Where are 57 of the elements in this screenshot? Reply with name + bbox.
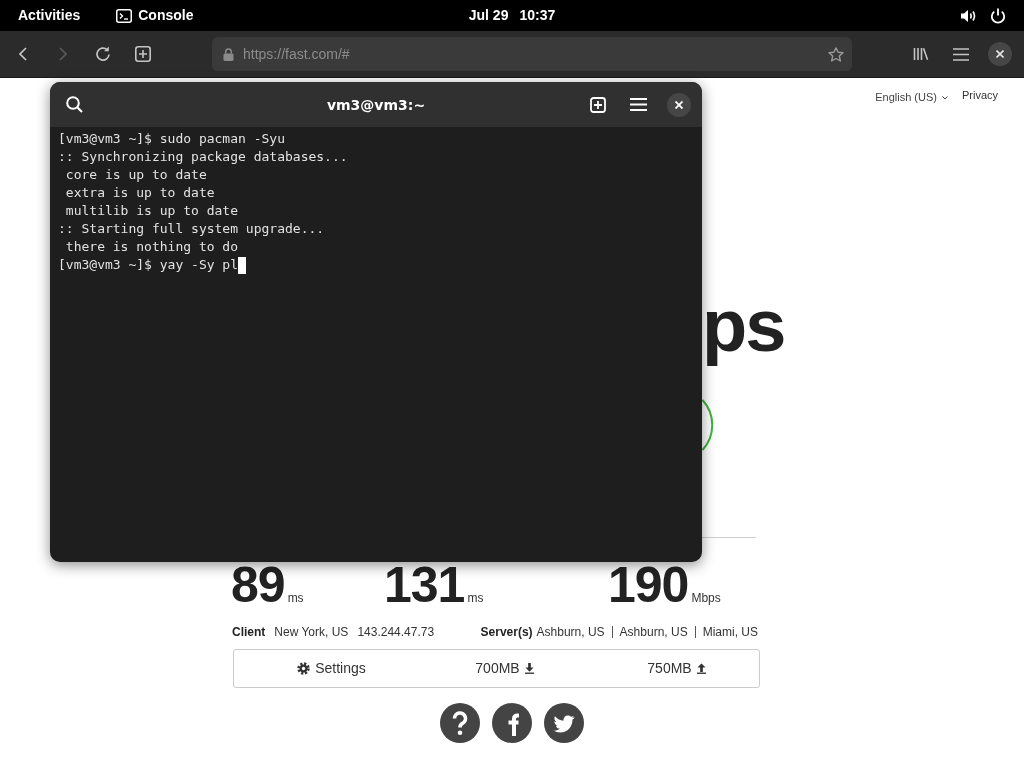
server-location: Ashburn, US bbox=[619, 624, 688, 640]
caret-icon bbox=[941, 95, 948, 100]
terminal-line: core is up to date bbox=[64, 166, 207, 184]
terminal-line: :: Starting full system upgrade... bbox=[58, 220, 325, 238]
star-icon[interactable] bbox=[828, 46, 844, 62]
new-tab-icon bbox=[590, 96, 606, 113]
server-location: Miami, US bbox=[702, 624, 758, 640]
volume-icon[interactable] bbox=[961, 8, 977, 23]
ring-icon[interactable] bbox=[702, 399, 714, 451]
close-button[interactable] bbox=[667, 92, 691, 117]
metric-unit: Mbps bbox=[691, 591, 721, 605]
menu-icon bbox=[953, 47, 969, 61]
client-ip: 143.244.47.73 bbox=[357, 624, 435, 640]
server-location: Ashburn, US bbox=[536, 624, 605, 640]
terminal-line: multilib is up to date bbox=[64, 202, 238, 220]
metric-value: 89 bbox=[231, 560, 285, 610]
search-icon bbox=[65, 96, 83, 113]
menu-icon bbox=[629, 98, 647, 111]
new-tab-icon bbox=[135, 46, 151, 62]
language-select[interactable]: English (US) bbox=[875, 91, 948, 104]
terminal-icon bbox=[116, 8, 133, 23]
terminal-line: :: Synchronizing package databases... bbox=[58, 148, 348, 166]
metric-unit: ms bbox=[287, 591, 304, 605]
lock-icon bbox=[223, 47, 234, 61]
window-title: vm3@vm3:~ bbox=[326, 96, 426, 113]
upload-size: 750MB bbox=[647, 660, 692, 677]
terminal-line: extra is up to date bbox=[64, 184, 215, 202]
client-location: New York, US bbox=[274, 624, 349, 640]
library-icon bbox=[913, 47, 929, 61]
upload-icon bbox=[696, 663, 706, 674]
terminal-line: there is nothing to do bbox=[64, 238, 238, 256]
help-icon[interactable] bbox=[440, 703, 480, 743]
chevron-right-icon bbox=[59, 47, 67, 61]
date-text[interactable]: Jul 29 bbox=[468, 7, 509, 24]
close-icon bbox=[996, 50, 1004, 58]
close-icon bbox=[675, 100, 683, 109]
servers-label: Server(s) bbox=[480, 624, 533, 640]
metric-unit: ms bbox=[467, 591, 484, 605]
download-size: 700MB bbox=[475, 660, 520, 677]
metric-value: 190 bbox=[608, 560, 689, 610]
bird-icon[interactable] bbox=[544, 703, 584, 743]
activities-button[interactable]: Activities bbox=[18, 7, 81, 24]
facebook-icon[interactable] bbox=[492, 703, 532, 743]
chevron-left-icon bbox=[19, 47, 27, 61]
close-button[interactable] bbox=[988, 42, 1012, 66]
metric-value: 131 bbox=[384, 560, 465, 610]
client-label: Client bbox=[232, 624, 266, 640]
terminal-line: [vm3@vm3 ~]$ sudo pacman -Syu bbox=[58, 130, 285, 148]
power-icon[interactable] bbox=[990, 7, 1006, 24]
terminal-line: [vm3@vm3 ~]$ yay -Sy pl bbox=[58, 256, 238, 274]
settings-button[interactable]: Settings bbox=[297, 660, 366, 677]
download-icon bbox=[524, 663, 534, 674]
gear-icon bbox=[297, 662, 311, 675]
reload-icon bbox=[95, 46, 111, 62]
app-menu[interactable]: Console bbox=[116, 7, 194, 24]
privacy-link[interactable]: Privacy bbox=[961, 89, 998, 102]
time-text[interactable]: 10:37 bbox=[519, 7, 556, 24]
